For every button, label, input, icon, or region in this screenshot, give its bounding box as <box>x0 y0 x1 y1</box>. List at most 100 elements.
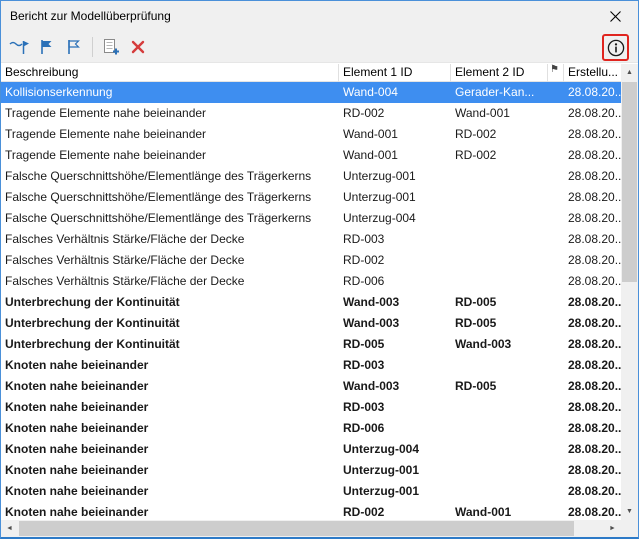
report-table: Beschreibung Element 1 ID Element 2 ID ⚑… <box>1 64 638 537</box>
cell-erstellungsdatum: 28.08.20... <box>568 379 621 393</box>
cell-flag <box>548 376 564 397</box>
check-navigate-button[interactable] <box>6 34 32 60</box>
cell-beschreibung: Knoten nahe beieinander <box>5 421 149 435</box>
cell-flag <box>548 82 564 103</box>
cell-erstellungsdatum: 28.08.20... <box>568 253 621 267</box>
close-button[interactable] <box>593 1 638 31</box>
cell-element1-id: Wand-003 <box>343 379 400 393</box>
scroll-left-icon[interactable]: ◄ <box>1 520 18 537</box>
cell-element2-id <box>451 208 548 229</box>
cell-beschreibung: Falsches Verhältnis Stärke/Fläche der De… <box>5 274 245 288</box>
cell-erstellungsdatum: 28.08.20... <box>568 85 621 99</box>
cell-element1-id: RD-006 <box>343 421 385 435</box>
cell-erstellungsdatum: 28.08.20... <box>568 463 621 477</box>
cell-element1-id: Wand-001 <box>343 148 398 162</box>
column-header-erstellungsdatum[interactable]: Erstellu... <box>564 64 621 82</box>
column-header-element1[interactable]: Element 1 ID <box>339 64 451 82</box>
scroll-up-icon[interactable]: ▲ <box>621 64 638 81</box>
table-row[interactable]: Unterbrechung der Kontinuität RD-005 Wand-… <box>1 334 623 355</box>
table-row[interactable]: Falsche Querschnittshöhe/Elementlänge de… <box>1 187 623 208</box>
cell-flag <box>548 313 564 334</box>
table-row[interactable]: Knoten nahe beieinander Wand-003 RD-005 28.… <box>1 376 623 397</box>
cell-flag <box>548 208 564 229</box>
horizontal-scrollbar[interactable]: ◄ ► <box>1 520 621 537</box>
scroll-right-icon[interactable]: ► <box>604 520 621 537</box>
cell-element2-id <box>451 229 548 250</box>
scrollbar-corner <box>621 520 638 537</box>
delete-button[interactable] <box>125 34 151 60</box>
cell-beschreibung: Falsche Querschnittshöhe/Elementlänge de… <box>5 169 312 183</box>
cell-element2-id <box>451 397 548 418</box>
cell-erstellungsdatum: 28.08.20... <box>568 232 621 246</box>
cell-element1-id: Unterzug-004 <box>343 442 420 456</box>
cell-element1-id: RD-005 <box>343 337 385 351</box>
table-row[interactable]: Knoten nahe beieinander Unterzug-004 28.08… <box>1 439 623 460</box>
scroll-down-icon[interactable]: ▼ <box>621 503 638 520</box>
cell-beschreibung: Knoten nahe beieinander <box>5 400 149 414</box>
column-header-flag-icon[interactable]: ⚑ <box>548 64 564 82</box>
cell-erstellungsdatum: 28.08.20... <box>568 169 621 183</box>
add-entry-icon <box>104 38 119 54</box>
flag-off-icon <box>68 39 80 54</box>
cell-erstellungsdatum: 28.08.20... <box>568 148 621 162</box>
model-check-report-dialog: Bericht zur Modellüberprüfung Beschreibu… <box>0 0 639 539</box>
cell-element2-id <box>451 271 548 292</box>
cell-element1-id: Unterzug-001 <box>343 484 420 498</box>
cell-flag <box>548 166 564 187</box>
cell-element1-id: RD-003 <box>343 400 385 414</box>
cell-element1-id: RD-002 <box>343 106 385 120</box>
table-row[interactable]: Tragende Elemente nahe beieinander RD-002… <box>1 103 623 124</box>
cell-element2-id: RD-002 <box>455 148 497 162</box>
cell-flag <box>548 439 564 460</box>
cell-flag <box>548 292 564 313</box>
column-header-element2[interactable]: Element 2 ID <box>451 64 548 82</box>
table-row[interactable]: Knoten nahe beieinander RD-003 28.08.20... <box>1 355 623 376</box>
window-title: Bericht zur Modellüberprüfung <box>10 9 171 23</box>
table-row[interactable]: Falsche Querschnittshöhe/Elementlänge de… <box>1 208 623 229</box>
add-entry-button[interactable] <box>98 34 124 60</box>
table-row[interactable]: Kollisionserkennung Wand-004 Gerader-Kan..… <box>1 82 623 103</box>
table-row[interactable]: Unterbrechung der Kontinuität Wand-003 RD-… <box>1 313 623 334</box>
cell-erstellungsdatum: 28.08.20... <box>568 211 621 225</box>
cell-element1-id: Unterzug-004 <box>343 211 416 225</box>
table-row[interactable]: Falsches Verhältnis Stärke/Fläche der De… <box>1 250 623 271</box>
table-row[interactable]: Knoten nahe beieinander RD-003 28.08.20... <box>1 397 623 418</box>
cell-flag <box>548 481 564 502</box>
table-row[interactable]: Unterbrechung der Kontinuität Wand-003 RD-… <box>1 292 623 313</box>
table-row[interactable]: Knoten nahe beieinander RD-006 28.08.20... <box>1 418 623 439</box>
delete-icon <box>131 40 145 53</box>
info-icon <box>607 39 624 56</box>
cell-element1-id: RD-003 <box>343 232 385 246</box>
toolbar <box>1 31 638 63</box>
cell-element2-id <box>451 481 548 502</box>
table-header: Beschreibung Element 1 ID Element 2 ID ⚑… <box>1 64 621 82</box>
cell-element2-id <box>451 418 548 439</box>
vertical-scrollbar[interactable]: ▲ ▼ <box>621 64 638 520</box>
cell-flag <box>548 229 564 250</box>
cell-element2-id: RD-005 <box>455 379 497 393</box>
table-row[interactable]: Knoten nahe beieinander Unterzug-001 28.08… <box>1 460 623 481</box>
cell-element1-id: RD-006 <box>343 274 385 288</box>
cell-beschreibung: Falsche Querschnittshöhe/Elementlänge de… <box>5 190 312 204</box>
flag-on-button[interactable] <box>33 34 59 60</box>
table-row[interactable]: Falsches Verhältnis Stärke/Fläche der De… <box>1 229 623 250</box>
flag-off-button[interactable] <box>60 34 86 60</box>
cell-element2-id <box>451 250 548 271</box>
info-button[interactable] <box>604 35 627 61</box>
table-row[interactable]: Falsches Verhältnis Stärke/Fläche der De… <box>1 271 623 292</box>
cell-element2-id: RD-005 <box>455 316 497 330</box>
cell-flag <box>548 460 564 481</box>
table-row[interactable]: Tragende Elemente nahe beieinander Wand-0… <box>1 145 623 166</box>
cell-flag <box>548 418 564 439</box>
cell-element2-id <box>451 439 548 460</box>
horizontal-scroll-thumb[interactable] <box>19 521 574 536</box>
table-row[interactable]: Tragende Elemente nahe beieinander Wand-0… <box>1 124 623 145</box>
vertical-scroll-thumb[interactable] <box>622 82 637 282</box>
cell-beschreibung: Knoten nahe beieinander <box>5 463 149 477</box>
table-row[interactable]: Knoten nahe beieinander Unterzug-001 28.08… <box>1 481 623 502</box>
toolbar-separator <box>92 36 93 57</box>
cell-erstellungsdatum: 28.08.20... <box>568 400 621 414</box>
cell-flag <box>548 397 564 418</box>
table-row[interactable]: Falsche Querschnittshöhe/Elementlänge de… <box>1 166 623 187</box>
column-header-beschreibung[interactable]: Beschreibung <box>1 64 339 82</box>
